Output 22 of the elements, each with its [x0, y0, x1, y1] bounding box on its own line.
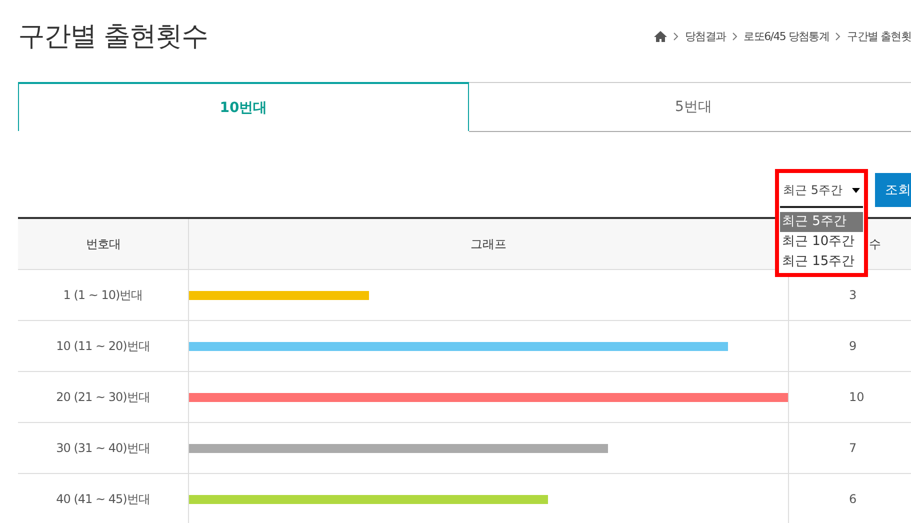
page-title: 구간별 출현횟수	[18, 20, 208, 54]
chevron-icon	[732, 32, 738, 40]
period-select[interactable]: 최근 5주간	[780, 174, 863, 208]
table-cell-text: 7	[848, 440, 858, 457]
search-button[interactable]: 조회	[875, 173, 911, 207]
column-header: 수	[869, 236, 881, 252]
dropdown-option[interactable]: 최근 15주간	[780, 252, 863, 272]
breadcrumb-link[interactable]: 구간별 출현횟	[847, 28, 911, 44]
table-cell-text: 9	[848, 338, 858, 355]
dropdown-option[interactable]: 최근 10주간	[780, 232, 863, 252]
dropdown-option[interactable]: 최근 5주간	[780, 212, 863, 232]
chevron-icon	[672, 32, 679, 40]
caret-icon	[852, 188, 860, 192]
home-icon[interactable]	[654, 30, 667, 42]
column-header: 번호대	[18, 219, 189, 269]
table-cell-text: 6	[848, 491, 858, 508]
table-cell-text: 3	[848, 287, 858, 304]
breadcrumb-link[interactable]: 당첨결과	[684, 28, 726, 44]
chevron-icon	[835, 32, 842, 40]
breadcrumb-link[interactable]: 로또6/45 당첨통계	[744, 28, 830, 44]
tab[interactable]: 5번대	[469, 82, 911, 132]
table-cell-text: 10	[848, 389, 866, 406]
